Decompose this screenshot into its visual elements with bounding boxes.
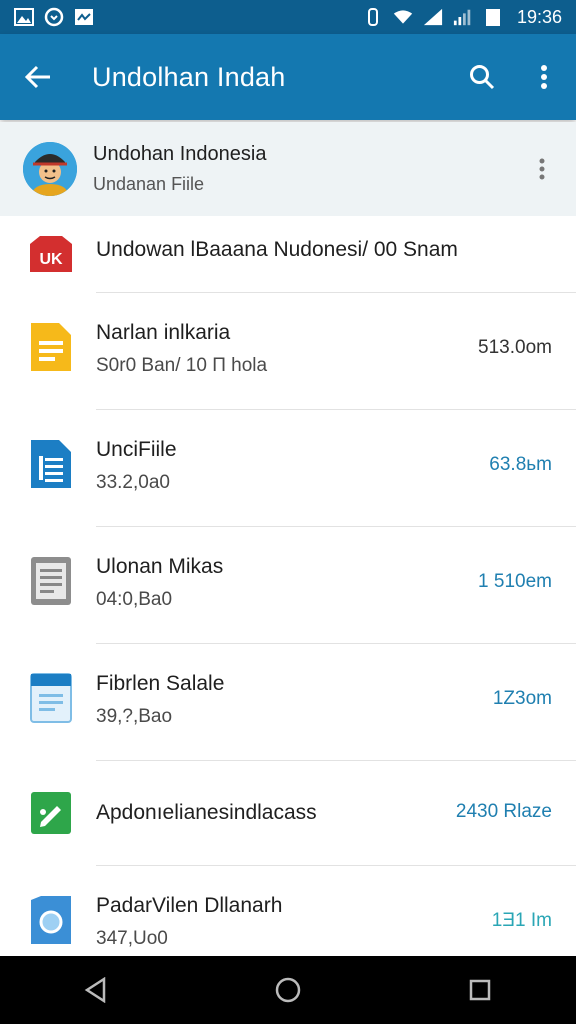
list-item-size: 513.0om xyxy=(478,337,552,358)
list-item-size: 1Ǝ1 Im xyxy=(491,910,552,931)
account-more-icon[interactable] xyxy=(522,149,562,189)
avatar xyxy=(23,142,77,196)
list-item-size: 1 510em xyxy=(478,571,552,592)
page-title: Undolhan Indah xyxy=(92,61,286,92)
list-item-title: Undowan lBaaana Nudonesi/ 00 Snam xyxy=(96,238,458,261)
recents-square-icon[interactable] xyxy=(450,960,510,1020)
app-bar: Undolhan Indah xyxy=(0,34,576,120)
list-item[interactable]: Fibrlen Salale 39,?,Bao 1Z3om xyxy=(0,644,576,760)
red-app-icon: UK xyxy=(28,228,74,280)
list-item[interactable]: UnciFiile 33.2,0a0 63.8ьm xyxy=(0,410,576,526)
image-icon xyxy=(14,7,34,27)
system-nav-bar xyxy=(0,956,576,1024)
svg-text:UK: UK xyxy=(39,251,63,268)
list-item-subtitle: 33.2,0a0 xyxy=(96,472,170,493)
list-item-subtitle: S0r0 Ban/ 10 П hola xyxy=(96,355,268,376)
sync-icon xyxy=(44,7,64,27)
back-arrow-icon[interactable] xyxy=(18,57,58,97)
account-subtitle: Undanan Fiile xyxy=(93,174,205,194)
account-name: Undohan Indonesia xyxy=(93,143,267,165)
list-item-size: 2430 Rlaze xyxy=(455,801,552,822)
list-item-size: 1Z3om xyxy=(492,688,552,709)
search-icon[interactable] xyxy=(460,55,504,99)
blue-camera-icon xyxy=(28,894,74,946)
list-item-title: Fibrlen Salale xyxy=(96,672,225,695)
list-item-title: Apdonıelianesindlacass xyxy=(96,801,317,824)
signal-icon xyxy=(453,7,473,27)
list-item[interactable]: Apdonıelianesindlacass 2430 Rlaze xyxy=(0,761,576,865)
green-edit-icon xyxy=(28,787,74,839)
home-circle-icon[interactable] xyxy=(258,960,318,1020)
yellow-doc-icon xyxy=(28,321,74,373)
list-item-title: UnciFiile xyxy=(96,438,177,461)
list-item-title: PadarVilen Dllanarh xyxy=(96,894,283,917)
list-item[interactable]: UK Undowan lBaaana Nudonesi/ 00 Snam xyxy=(0,216,576,292)
list-item-size: 63.8ьm xyxy=(489,454,552,475)
blue-doc-icon xyxy=(28,438,74,490)
list-item[interactable]: Narlan inlkaria S0r0 Ban/ 10 П hola 513.… xyxy=(0,293,576,409)
light-blue-doc-icon xyxy=(28,672,74,724)
list-item-subtitle: 347,Uo0 xyxy=(96,928,168,949)
list-item-subtitle: 39,?,Bao xyxy=(96,706,173,727)
photo-icon xyxy=(74,7,94,27)
list-item[interactable]: Ulonan Mikas 04:0,Ba0 1 510em xyxy=(0,527,576,643)
list-item[interactable]: PadarVilen Dllanarh 347,Uo0 1Ǝ1 Im xyxy=(0,866,576,956)
wifi-icon xyxy=(393,7,413,27)
signal-icon xyxy=(423,7,443,27)
status-bar: 19:36 xyxy=(0,0,576,34)
status-time: 19:36 xyxy=(516,6,562,27)
list-item-title: Narlan inlkaria xyxy=(96,321,231,344)
vibrate-icon xyxy=(363,7,383,27)
account-header[interactable]: Undohan Indonesia Undanan Fiile xyxy=(0,122,576,216)
list-item-title: Ulonan Mikas xyxy=(96,555,224,578)
battery-icon xyxy=(483,7,503,27)
grey-doc-icon xyxy=(28,555,74,607)
back-triangle-icon[interactable] xyxy=(66,960,126,1020)
more-vert-icon[interactable] xyxy=(522,55,566,99)
list-item-subtitle: 04:0,Ba0 xyxy=(96,589,173,610)
